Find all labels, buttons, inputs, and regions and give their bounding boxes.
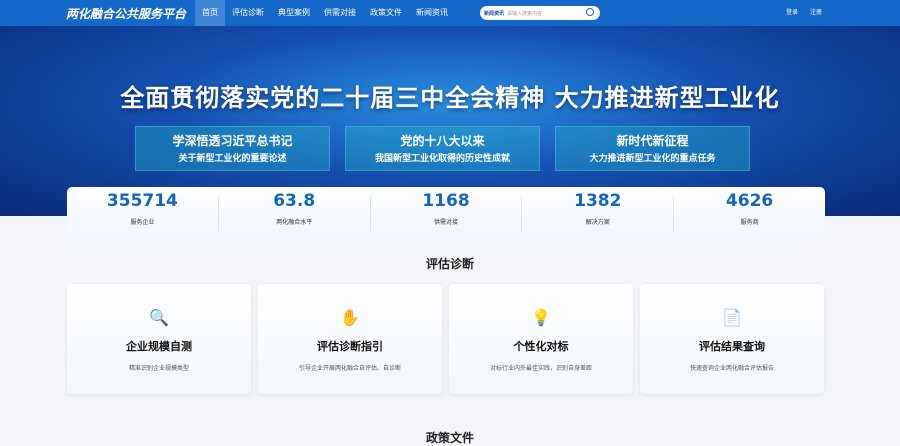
card-desc: 快速查询企业两化融合评估报告 <box>689 365 774 372</box>
menu-news[interactable]: 新闻资讯 <box>409 0 455 26</box>
banner-box[interactable]: 党的十八大以来我国新型工业化取得的历史性成就 <box>345 126 540 171</box>
hand-coins-icon: ✋ <box>340 308 360 327</box>
card-desc: 精准识别企业规模类型 <box>128 365 189 372</box>
stat-item: 1168 供需对接 <box>371 191 523 232</box>
box-subtitle: 关于新型工业化的重要论述 <box>178 154 287 164</box>
banner-box[interactable]: 学深悟透习近平总书记关于新型工业化的重要论述 <box>135 126 330 171</box>
box-subtitle: 大力推进新型工业化的重点任务 <box>589 154 716 164</box>
menu-home[interactable]: 首页 <box>195 0 225 26</box>
search-box[interactable]: 新闻资讯 请输入搜索内容 <box>480 6 600 20</box>
card-title: 评估诊断指引 <box>317 340 383 353</box>
menu-supply-demand[interactable]: 供需对接 <box>317 0 363 26</box>
lightbulb-icon: 💡 <box>531 308 551 327</box>
main-menu: 首页 评估诊断 典型案例 供需对接 政策文件 新闻资讯 <box>195 0 455 26</box>
banner-box[interactable]: 新时代新征程大力推进新型工业化的重点任务 <box>555 126 750 171</box>
box-title: 党的十八大以来 <box>400 134 485 148</box>
stat-value: 63.8 <box>273 191 316 211</box>
menu-policy[interactable]: 政策文件 <box>363 0 409 26</box>
box-subtitle: 我国新型工业化取得的历史性成就 <box>374 154 510 164</box>
login-link[interactable]: 登录 <box>786 0 798 26</box>
search-icon[interactable] <box>586 8 594 16</box>
card-scale-test[interactable]: 🔍 企业规模自测精准识别企业规模类型 <box>67 284 251 394</box>
stat-item: 63.8 两化融合水平 <box>219 191 371 232</box>
stat-value: 4626 <box>725 191 774 211</box>
card-guide[interactable]: ✋ 评估诊断指引引导企业开展两化融合自评估、自诊断 <box>258 284 442 394</box>
menu-assessment[interactable]: 评估诊断 <box>225 0 271 26</box>
stat-value: 1382 <box>574 191 622 211</box>
box-title: 学深悟透习近平总书记 <box>172 134 293 148</box>
card-benchmark[interactable]: 💡 个性化对标对标行业内外最佳实践，识别自身差距 <box>449 284 633 394</box>
stat-label: 供需对接 <box>433 219 458 226</box>
card-title: 个性化对标 <box>513 340 569 353</box>
card-title: 企业规模自测 <box>126 340 192 353</box>
section-title-assessment: 评估诊断 <box>425 257 474 271</box>
stat-value: 1168 <box>422 191 470 211</box>
top-nav: 两化融合公共服务平台 首页 评估诊断 典型案例 供需对接 政策文件 新闻资讯 新… <box>0 0 900 26</box>
stat-label: 服务商 <box>740 219 759 226</box>
logo[interactable]: 两化融合公共服务平台 <box>66 5 186 22</box>
card-desc: 对标行业内外最佳实践，识别自身差距 <box>489 365 592 372</box>
report-icon: 📄 <box>722 308 742 327</box>
card-title: 评估结果查询 <box>699 340 765 353</box>
card-desc: 引导企业开展两化融合自评估、自诊断 <box>298 365 401 372</box>
banner-title: 全面贯彻落实党的二十届三中全会精神 大力推进新型工业化 <box>120 84 780 112</box>
box-title: 新时代新征程 <box>616 134 689 148</box>
stat-label: 两化融合水平 <box>276 219 313 226</box>
search-category-select[interactable]: 新闻资讯 <box>484 10 504 17</box>
stat-item: 4626 服务商 <box>674 191 825 232</box>
register-link[interactable]: 注册 <box>810 0 822 26</box>
section-title-policy: 政策文件 <box>425 431 474 445</box>
stat-label: 服务企业 <box>130 219 155 226</box>
stats-bar: 355714 服务企业 63.8 两化融合水平 1168 供需对接 1382 解决方案 … <box>67 187 825 242</box>
stat-label: 解决方案 <box>585 219 610 226</box>
stat-value: 355714 <box>106 191 178 211</box>
search-document-icon: 🔍 <box>149 308 169 327</box>
search-input[interactable]: 请输入搜索内容 <box>507 10 542 17</box>
stat-item: 355714 服务企业 <box>67 191 219 232</box>
menu-cases[interactable]: 典型案例 <box>271 0 317 26</box>
card-result-query[interactable]: 📄 评估结果查询快速查询企业两化融合评估报告 <box>640 284 824 394</box>
stat-item: 1382 解决方案 <box>522 191 675 232</box>
